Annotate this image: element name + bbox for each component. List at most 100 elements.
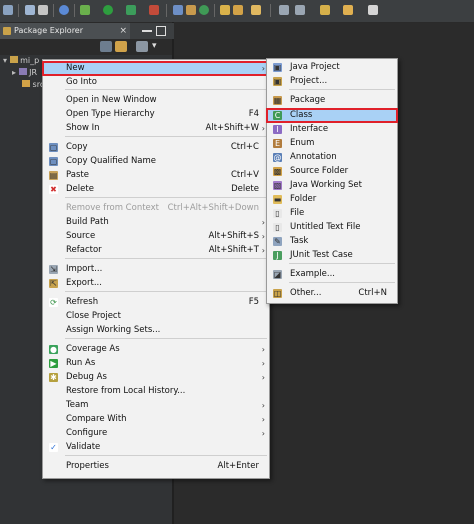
new-icon[interactable] (3, 5, 13, 15)
open-task-icon[interactable] (233, 5, 243, 15)
menu-item-restore-from-local-history[interactable]: Restore from Local History... (43, 385, 269, 398)
menu-item-assign-working-sets[interactable]: Assign Working Sets... (43, 324, 269, 337)
menu-separator (65, 197, 267, 198)
last-edit-location-icon[interactable] (320, 5, 330, 15)
chevron-down-icon[interactable]: ▾ (152, 41, 164, 52)
menu-item-enum[interactable]: E Enum (267, 137, 397, 150)
toolbar-separator (214, 4, 215, 17)
menu-item-label: Restore from Local History... (66, 386, 186, 396)
debug-icon[interactable] (80, 5, 90, 15)
menu-item-go-into[interactable]: Go Into (43, 76, 269, 89)
close-icon[interactable]: × (119, 23, 127, 39)
expand-arrow-icon[interactable]: ▸ (12, 68, 16, 77)
menu-item-label: Open Type Hierarchy (66, 109, 155, 119)
chevron-right-icon: › (261, 415, 265, 424)
save-all-icon[interactable] (38, 5, 48, 15)
chevron-right-icon: › (261, 232, 265, 241)
menu-item-delete[interactable]: ✖ Delete Delete (43, 183, 269, 196)
menu-item-label: Copy Qualified Name (66, 156, 157, 166)
other-wizard-icon: ◫ (273, 289, 282, 298)
menu-item-configure[interactable]: Configure › (43, 427, 269, 440)
menu-item-refactor[interactable]: Refactor Alt+Shift+T › (43, 244, 269, 257)
next-annotation-icon[interactable] (279, 5, 289, 15)
menu-item-source[interactable]: Source Alt+Shift+S › (43, 230, 269, 243)
menu-item-java-working-set[interactable]: ▧ Java Working Set (267, 179, 397, 192)
menu-item-accelerator: Ctrl+C (230, 142, 259, 152)
menu-item-other[interactable]: ◫ Other... Ctrl+N (267, 287, 397, 300)
link-with-editor-icon[interactable] (115, 41, 127, 52)
menu-item-refresh[interactable]: ⟳ Refresh F5 (43, 296, 269, 309)
external-tools-icon[interactable] (149, 5, 159, 15)
menu-item-accelerator: Alt+Shift+T (208, 245, 259, 255)
enum-icon: E (273, 139, 282, 148)
menu-item-export[interactable]: ⇱ Export... (43, 277, 269, 290)
new-package-icon[interactable] (186, 5, 196, 15)
menu-item-coverage-as[interactable]: ● Coverage As › (43, 343, 269, 356)
tab-package-explorer[interactable]: Package Explorer × (0, 23, 130, 39)
menu-item-label: Run As (66, 358, 96, 368)
save-icon[interactable] (25, 5, 35, 15)
menu-item-example[interactable]: ◪ Example... (267, 268, 397, 281)
menu-item-folder[interactable]: ▬ Folder (267, 193, 397, 206)
menu-item-untitled-text-file[interactable]: ▯ Untitled Text File (267, 221, 397, 234)
menu-item-annotation[interactable]: @ Annotation (267, 151, 397, 164)
forward-icon[interactable] (368, 5, 378, 15)
menu-item-class[interactable]: C Class (266, 108, 398, 123)
skip-breakpoints-icon[interactable] (59, 5, 69, 15)
new-java-project-icon[interactable] (173, 5, 183, 15)
example-icon: ◪ (273, 270, 282, 279)
search-icon[interactable] (251, 5, 261, 15)
menu-item-package[interactable]: ▦ Package (267, 94, 397, 107)
menu-item-interface[interactable]: I Interface (267, 123, 397, 136)
menu-item-open-type-hierarchy[interactable]: Open Type Hierarchy F4 (43, 108, 269, 121)
chevron-right-icon: › (261, 401, 265, 410)
menu-item-copy-qualified-name[interactable]: ▢ Copy Qualified Name (43, 155, 269, 168)
java-project-icon: ▣ (273, 63, 282, 72)
menu-item-new[interactable]: New › (42, 61, 270, 76)
menu-item-close-project[interactable]: Close Project (43, 310, 269, 323)
menu-item-label: Java Project (290, 62, 340, 72)
menu-item-junit-test-case[interactable]: J JUnit Test Case (267, 249, 397, 262)
open-type-icon[interactable] (220, 5, 230, 15)
new-class-icon[interactable] (199, 5, 209, 15)
tree-item-library[interactable]: ▸ JR (12, 67, 37, 79)
menu-item-run-as[interactable]: ▶ Run As › (43, 357, 269, 370)
menu-item-file[interactable]: ▯ File (267, 207, 397, 220)
menu-item-project[interactable]: ▣ Project... (267, 75, 397, 88)
menu-item-build-path[interactable]: Build Path › (43, 216, 269, 229)
menu-item-java-project[interactable]: ▣ Java Project (267, 61, 397, 74)
view-menu-icon[interactable] (136, 41, 148, 52)
menu-separator (65, 338, 267, 339)
tree-item-project[interactable]: ▾ mi_p (3, 55, 39, 67)
menu-item-show-in[interactable]: Show In Alt+Shift+W › (43, 122, 269, 135)
menu-item-paste[interactable]: ▤ Paste Ctrl+V (43, 169, 269, 182)
menu-item-properties[interactable]: Properties Alt+Enter (43, 460, 269, 473)
run-icon[interactable] (103, 5, 113, 15)
menu-item-copy[interactable]: ▢ Copy Ctrl+C (43, 141, 269, 154)
menu-item-accelerator: Alt+Enter (217, 461, 259, 471)
coverage-icon[interactable] (126, 5, 136, 15)
back-icon[interactable] (343, 5, 353, 15)
menu-item-label: Project... (290, 76, 328, 86)
package-explorer-icon (3, 27, 11, 35)
minimize-icon[interactable] (142, 30, 152, 32)
prev-annotation-icon[interactable] (295, 5, 305, 15)
expand-arrow-icon[interactable]: ▾ (3, 56, 7, 65)
maximize-icon[interactable] (156, 26, 166, 36)
menu-item-team[interactable]: Team › (43, 399, 269, 412)
copy-icon: ▢ (49, 143, 58, 152)
tree-item-src[interactable]: src (22, 79, 44, 91)
menu-item-label: Class (290, 110, 313, 120)
delete-icon: ✖ (49, 185, 58, 194)
menu-item-source-folder[interactable]: ▩ Source Folder (267, 165, 397, 178)
menu-item-compare-with[interactable]: Compare With › (43, 413, 269, 426)
menu-item-open-in-new-window[interactable]: Open in New Window (43, 94, 269, 107)
menu-item-validate[interactable]: ✓ Validate (43, 441, 269, 454)
menu-item-task[interactable]: ✎ Task (267, 235, 397, 248)
refresh-icon: ⟳ (49, 298, 58, 307)
menu-item-import[interactable]: ⇲ Import... (43, 263, 269, 276)
project-folder-icon (9, 56, 18, 63)
collapse-all-icon[interactable] (100, 41, 112, 52)
menu-item-debug-as[interactable]: ✱ Debug As › (43, 371, 269, 384)
menu-item-label: Open in New Window (66, 95, 157, 105)
